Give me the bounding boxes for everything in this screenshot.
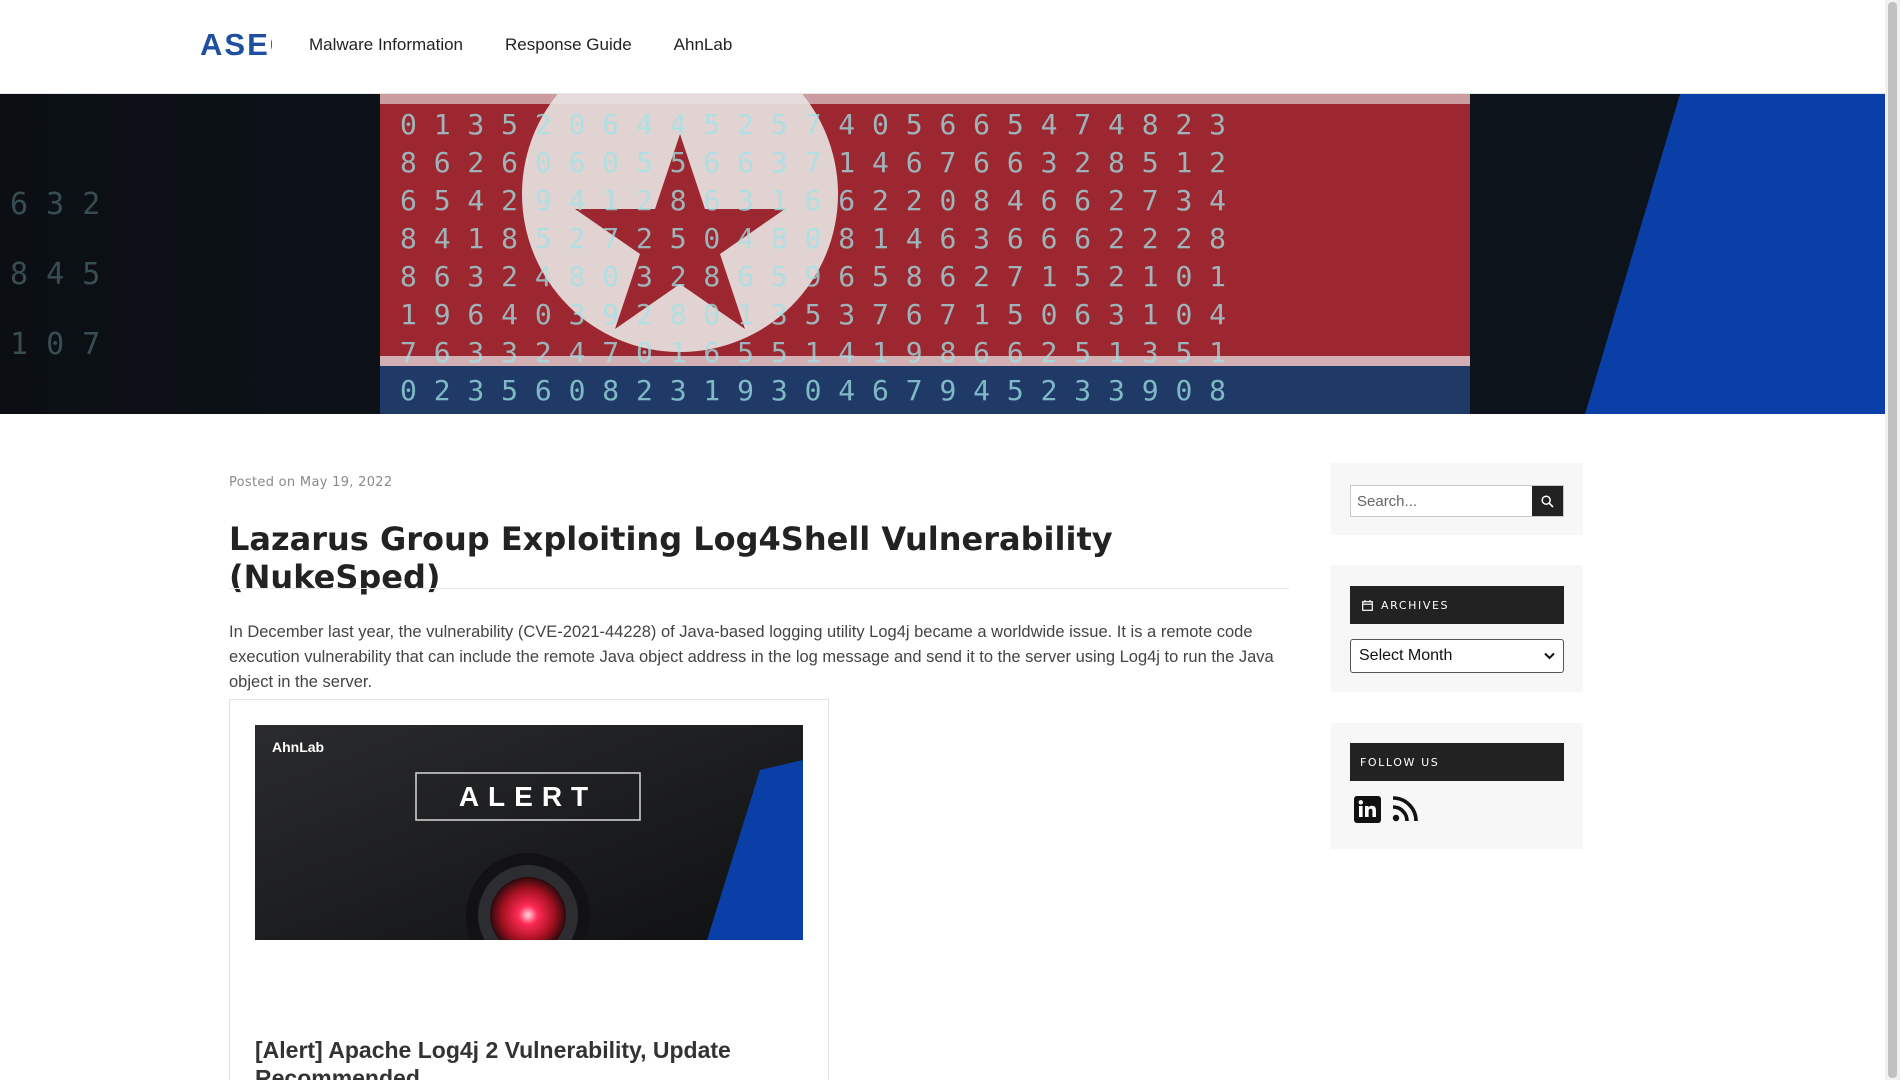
archives-month-select[interactable]: Select Month (1350, 639, 1564, 673)
svg-text:7 6 3 3 2 4 7 0 1 6 5 5 1 4 1: 7 6 3 3 2 4 7 0 1 6 5 5 1 4 1 9 8 6 6 2 … (400, 336, 1226, 369)
main-nav: Malware Information Response Guide AhnLa… (309, 35, 732, 55)
nav-malware-information[interactable]: Malware Information (309, 35, 463, 55)
post-meta: Posted on May 19, 2022 (229, 475, 392, 490)
svg-text:8 4 1 8 5 2 7 2 5 0 4 8 0 8 1: 8 4 1 8 5 2 7 2 5 0 4 8 0 8 1 4 6 3 6 6 … (400, 222, 1226, 255)
svg-text:1 0 7: 1 0 7 (10, 327, 100, 362)
post-meta-prefix: Posted on (229, 475, 296, 490)
rss-icon[interactable] (1391, 795, 1419, 823)
search-form (1350, 485, 1564, 517)
chevron-down-icon (1544, 652, 1555, 660)
linkedin-icon[interactable] (1353, 795, 1381, 823)
site-header: ASEC Malware Information Response Guide … (0, 0, 1885, 94)
ahnlab-brand-text: AhnLab (272, 739, 324, 755)
post-body-paragraph: In December last year, the vulnerability… (229, 623, 1274, 691)
search-widget (1331, 463, 1583, 535)
svg-text:8 4 5: 8 4 5 (10, 257, 100, 292)
page-scrollbar[interactable] (1885, 0, 1900, 1080)
archives-select-value: Select Month (1359, 647, 1453, 664)
svg-text:6 5 4 2 9 4 1 2 8 6 3 1 6 6 2: 6 5 4 2 9 4 1 2 8 6 3 1 6 6 2 2 0 8 4 6 … (400, 184, 1226, 217)
search-icon (1541, 494, 1554, 508)
follow-us-widget: FOLLOW US (1331, 723, 1583, 849)
embedded-post-title[interactable]: [Alert] Apache Log4j 2 Vulnerability, Up… (255, 1036, 803, 1080)
svg-text:6 3 2: 6 3 2 (10, 187, 100, 222)
title-divider (229, 588, 1289, 589)
svg-text:1 9 6 4 0 3 9 2 8 0 1 3 5 3 7: 1 9 6 4 0 3 9 2 8 0 1 3 5 3 7 6 7 1 5 0 … (400, 298, 1226, 331)
svg-text:0 1 3 5 2 0 6 4 4 5 2 5 7 4 0: 0 1 3 5 2 0 6 4 4 5 2 5 7 4 0 5 6 6 5 4 … (400, 108, 1226, 141)
page-scrollbar-thumb[interactable] (1888, 2, 1897, 1078)
calendar-icon (1362, 599, 1373, 611)
svg-text:8 6 3 2 4 8 0 3 2 8 6 5 9 6 5: 8 6 3 2 4 8 0 3 2 8 6 5 9 6 5 8 6 2 7 1 … (400, 260, 1226, 293)
post-date[interactable]: May 19, 2022 (300, 475, 393, 490)
svg-text:8 6 2 6 0 6 0 5 5 6 6 3 7 1 4: 8 6 2 6 0 6 0 5 5 6 6 3 7 1 4 6 7 6 6 3 … (400, 146, 1226, 179)
archives-widget: ARCHIVES Select Month (1331, 565, 1583, 692)
embedded-post-card[interactable]: AhnLab ALERT [Alert] Apache Log4j 2 Vuln… (229, 699, 829, 1080)
follow-us-heading: FOLLOW US (1350, 743, 1564, 781)
search-input[interactable] (1351, 486, 1533, 516)
archives-heading: ARCHIVES (1350, 586, 1564, 624)
nav-response-guide[interactable]: Response Guide (505, 35, 632, 55)
asec-logo[interactable]: ASEC (200, 28, 272, 60)
search-button[interactable] (1532, 486, 1563, 516)
follow-us-title: FOLLOW US (1360, 755, 1440, 769)
embedded-post-image[interactable]: AhnLab ALERT (255, 725, 803, 940)
svg-text:ASEC: ASEC (200, 28, 272, 60)
archives-title: ARCHIVES (1381, 598, 1450, 612)
post-title: Lazarus Group Exploiting Log4Shell Vulne… (229, 520, 1113, 596)
alert-badge-text: ALERT (459, 781, 597, 812)
svg-text:0 2 3 5 6 0 8 2 3 1 9 3 0 4 6: 0 2 3 5 6 0 8 2 3 1 9 3 0 4 6 7 9 4 5 2 … (400, 374, 1226, 407)
social-links (1353, 795, 1419, 823)
nav-ahnlab[interactable]: AhnLab (674, 35, 733, 55)
hero-banner-image: 0 1 3 5 2 0 6 4 4 5 2 5 7 4 0 5 6 6 5 4 … (0, 94, 1885, 414)
